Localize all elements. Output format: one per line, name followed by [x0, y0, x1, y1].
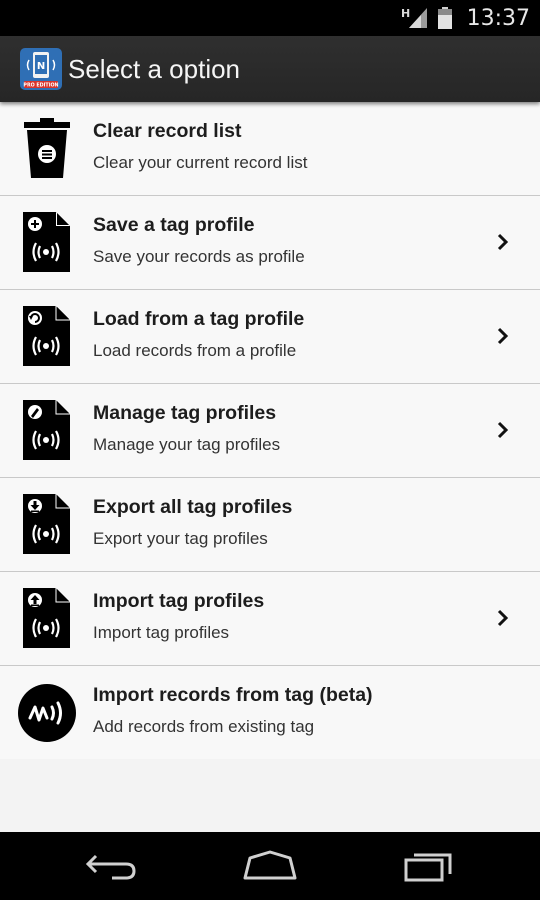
nfc-read-icon [18, 684, 76, 742]
page-title: Select a option [68, 54, 241, 84]
svg-text:N: N [37, 61, 45, 72]
option-subtitle: Manage your tag profiles [93, 435, 281, 454]
option-manage-tag-profiles[interactable]: Manage tag profiles Manage your tag prof… [0, 384, 540, 478]
navigation-bar [0, 832, 540, 900]
option-subtitle: Clear your current record list [93, 153, 308, 172]
option-export-tag-profiles[interactable]: Export all tag profiles Export your tag … [0, 478, 540, 572]
option-load-tag-profile[interactable]: Load from a tag profile Load records fro… [0, 290, 540, 384]
action-bar: N PRO EDITION Select a option [0, 36, 540, 102]
option-title: Save a tag profile [93, 214, 255, 236]
status-bar: H 13:37 [0, 0, 540, 36]
status-icons: H 13:37 [401, 4, 530, 32]
back-icon[interactable] [82, 848, 142, 884]
svg-text:PRO EDITION: PRO EDITION [23, 83, 58, 89]
home-icon[interactable] [240, 848, 300, 884]
chevron-right-icon [497, 421, 509, 439]
recents-icon[interactable] [398, 848, 458, 884]
trash-icon [24, 118, 70, 178]
option-subtitle: Add records from existing tag [93, 717, 315, 736]
option-import-records-from-tag[interactable]: Import records from tag (beta) Add recor… [0, 666, 540, 759]
tag-import-icon [23, 588, 70, 648]
option-save-tag-profile[interactable]: Save a tag profile Save your records as … [0, 196, 540, 290]
option-subtitle: Import tag profiles [93, 623, 230, 642]
tag-export-icon [23, 494, 70, 554]
chevron-right-icon [497, 609, 509, 627]
option-title: Manage tag profiles [93, 402, 277, 424]
clock: 13:37 [466, 5, 530, 31]
option-subtitle: Save your records as profile [93, 247, 305, 266]
battery-icon [437, 7, 452, 29]
signal-icon: H [401, 7, 427, 28]
option-subtitle: Load records from a profile [93, 341, 297, 360]
chevron-right-icon [497, 327, 509, 345]
option-title: Import tag profiles [93, 590, 265, 612]
option-subtitle: Export your tag profiles [93, 529, 268, 548]
option-import-tag-profiles[interactable]: Import tag profiles Import tag profiles [0, 572, 540, 666]
option-title: Clear record list [93, 120, 242, 142]
network-type-label: H [401, 7, 410, 20]
option-title: Import records from tag (beta) [93, 684, 373, 706]
tag-load-icon [23, 306, 70, 366]
option-title: Load from a tag profile [93, 308, 305, 330]
tag-save-icon [23, 212, 70, 272]
nfc-pro-app-icon[interactable]: N PRO EDITION [20, 48, 62, 90]
option-title: Export all tag profiles [93, 496, 293, 518]
chevron-right-icon [497, 233, 509, 251]
option-clear-record-list[interactable]: Clear record list Clear your current rec… [0, 102, 540, 196]
option-list: Clear record list Clear your current rec… [0, 102, 540, 759]
tag-edit-icon [23, 400, 70, 460]
